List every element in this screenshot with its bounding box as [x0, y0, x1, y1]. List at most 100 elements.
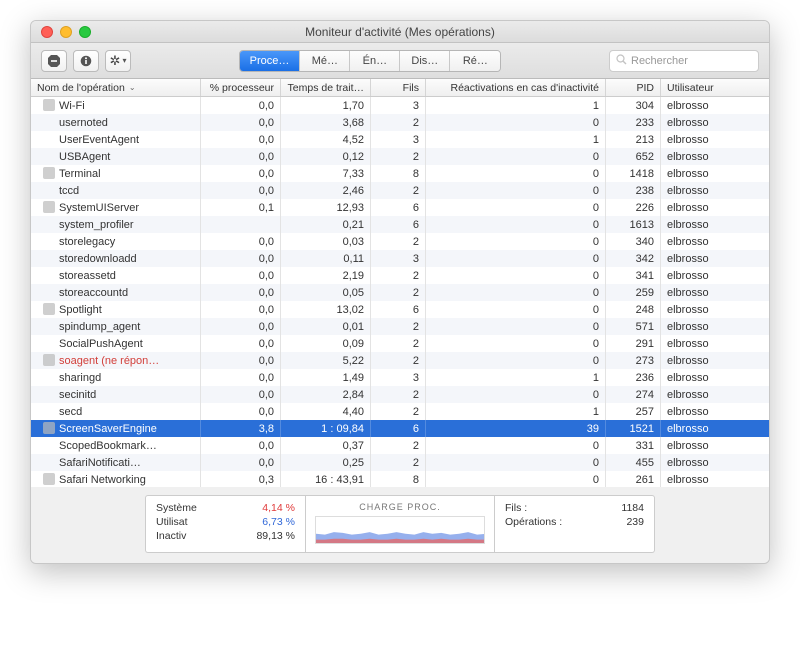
stop-process-button[interactable]: [41, 50, 67, 72]
col-cpu[interactable]: % processeur: [201, 79, 281, 96]
table-row[interactable]: soagent (ne répon…0,05,2220273elbrosso: [31, 352, 769, 369]
table-row[interactable]: usernoted0,03,6820233elbrosso: [31, 114, 769, 131]
cell-name: Safari Networking: [31, 471, 201, 487]
cell-idle: 0: [426, 182, 606, 199]
cell-idle: 0: [426, 114, 606, 131]
table-row[interactable]: ScreenSaverEngine3,81 : 09,846391521elbr…: [31, 420, 769, 437]
table-row[interactable]: SystemUIServer0,112,9360226elbrosso: [31, 199, 769, 216]
cell-time: 0,37: [281, 437, 371, 454]
cell-pid: 1418: [606, 165, 661, 182]
cell-name: secd: [31, 403, 201, 420]
options-menu-button[interactable]: ✲: [105, 50, 131, 72]
cell-pid: 236: [606, 369, 661, 386]
cell-user: elbrosso: [661, 131, 769, 148]
table-row[interactable]: sharingd0,01,4931236elbrosso: [31, 369, 769, 386]
cell-time: 16 : 43,91: [281, 471, 371, 487]
cell-pid: 455: [606, 454, 661, 471]
cell-idle: 39: [426, 420, 606, 437]
titlebar[interactable]: Moniteur d'activité (Mes opérations): [31, 21, 769, 43]
table-row[interactable]: USBAgent0,00,1220652elbrosso: [31, 148, 769, 165]
cell-user: elbrosso: [661, 148, 769, 165]
cell-idle: 0: [426, 165, 606, 182]
cell-user: elbrosso: [661, 420, 769, 437]
cell-threads: 2: [371, 148, 426, 165]
cell-user: elbrosso: [661, 182, 769, 199]
cell-time: 0,09: [281, 335, 371, 352]
cell-name: USBAgent: [31, 148, 201, 165]
table-row[interactable]: Terminal0,07,33801418elbrosso: [31, 165, 769, 182]
cell-time: 2,84: [281, 386, 371, 403]
user-value: 6,73 %: [262, 516, 295, 528]
cell-time: 0,03: [281, 233, 371, 250]
table-row[interactable]: UserEventAgent0,04,5231213elbrosso: [31, 131, 769, 148]
table-row[interactable]: secd0,04,4021257elbrosso: [31, 403, 769, 420]
cell-time: 1 : 09,84: [281, 420, 371, 437]
threads-label: Fils :: [505, 502, 527, 514]
table-row[interactable]: SafariNotificati…0,00,2520455elbrosso: [31, 454, 769, 471]
cell-pid: 261: [606, 471, 661, 487]
table-row[interactable]: Wi-Fi0,01,7031304elbrosso: [31, 97, 769, 114]
cell-time: 0,21: [281, 216, 371, 233]
cell-name: storedownloadd: [31, 250, 201, 267]
inspect-process-button[interactable]: [73, 50, 99, 72]
cell-time: 2,46: [281, 182, 371, 199]
screensaver-icon: [43, 422, 55, 434]
cell-cpu: 3,8: [201, 420, 281, 437]
cell-pid: 1521: [606, 420, 661, 437]
table-row[interactable]: tccd0,02,4620238elbrosso: [31, 182, 769, 199]
toolbar: ✲ Proce…Mé…Én…Dis…Ré… Rechercher: [31, 43, 769, 79]
col-threads[interactable]: Fils: [371, 79, 426, 96]
table-row[interactable]: system_profiler0,21601613elbrosso: [31, 216, 769, 233]
cell-user: elbrosso: [661, 386, 769, 403]
table-row[interactable]: spindump_agent0,00,0120571elbrosso: [31, 318, 769, 335]
search-field[interactable]: Rechercher: [609, 50, 759, 72]
cell-cpu: 0,0: [201, 182, 281, 199]
tab-1[interactable]: Mé…: [300, 51, 350, 71]
table-row[interactable]: SocialPushAgent0,00,0920291elbrosso: [31, 335, 769, 352]
cell-pid: 331: [606, 437, 661, 454]
table-row[interactable]: storelegacy0,00,0320340elbrosso: [31, 233, 769, 250]
cell-threads: 3: [371, 250, 426, 267]
cell-idle: 0: [426, 318, 606, 335]
cell-pid: 233: [606, 114, 661, 131]
cell-threads: 2: [371, 114, 426, 131]
cell-threads: 2: [371, 437, 426, 454]
cell-user: elbrosso: [661, 318, 769, 335]
tab-2[interactable]: Én…: [350, 51, 400, 71]
cell-time: 0,12: [281, 148, 371, 165]
tab-3[interactable]: Dis…: [400, 51, 450, 71]
cell-user: elbrosso: [661, 403, 769, 420]
table-row[interactable]: storedownloadd0,00,1130342elbrosso: [31, 250, 769, 267]
table-row[interactable]: Spotlight0,013,0260248elbrosso: [31, 301, 769, 318]
cell-time: 5,22: [281, 352, 371, 369]
cell-user: elbrosso: [661, 233, 769, 250]
col-user[interactable]: Utilisateur: [661, 79, 769, 96]
cell-cpu: 0,0: [201, 267, 281, 284]
table-row[interactable]: secinitd0,02,8420274elbrosso: [31, 386, 769, 403]
table-row[interactable]: storeassetd0,02,1920341elbrosso: [31, 267, 769, 284]
cell-time: 0,11: [281, 250, 371, 267]
table-row[interactable]: Safari Networking0,316 : 43,9180261elbro…: [31, 471, 769, 487]
cell-pid: 274: [606, 386, 661, 403]
cell-cpu: 0,0: [201, 301, 281, 318]
table-row[interactable]: ScopedBookmark…0,00,3720331elbrosso: [31, 437, 769, 454]
col-pid[interactable]: PID: [606, 79, 661, 96]
cell-time: 0,05: [281, 284, 371, 301]
col-idle-wake[interactable]: Réactivations en cas d'inactivité: [426, 79, 606, 96]
system-label: Système: [156, 502, 197, 514]
tab-0[interactable]: Proce…: [240, 51, 301, 71]
cell-user: elbrosso: [661, 97, 769, 114]
safari-icon: [43, 473, 55, 485]
col-time[interactable]: Temps de trait…: [281, 79, 371, 96]
cell-name: secinitd: [31, 386, 201, 403]
cell-cpu: 0,0: [201, 131, 281, 148]
cpu-summary-panel: Système 4,14 % Utilisat 6,73 % Inactiv 8…: [145, 495, 305, 553]
tab-4[interactable]: Ré…: [450, 51, 500, 71]
cell-cpu: 0,0: [201, 97, 281, 114]
cell-pid: 652: [606, 148, 661, 165]
cell-threads: 2: [371, 454, 426, 471]
cell-name: SocialPushAgent: [31, 335, 201, 352]
table-row[interactable]: storeaccountd0,00,0520259elbrosso: [31, 284, 769, 301]
terminal-icon: [43, 167, 55, 179]
col-name[interactable]: Nom de l'opération ⌄: [31, 79, 201, 96]
